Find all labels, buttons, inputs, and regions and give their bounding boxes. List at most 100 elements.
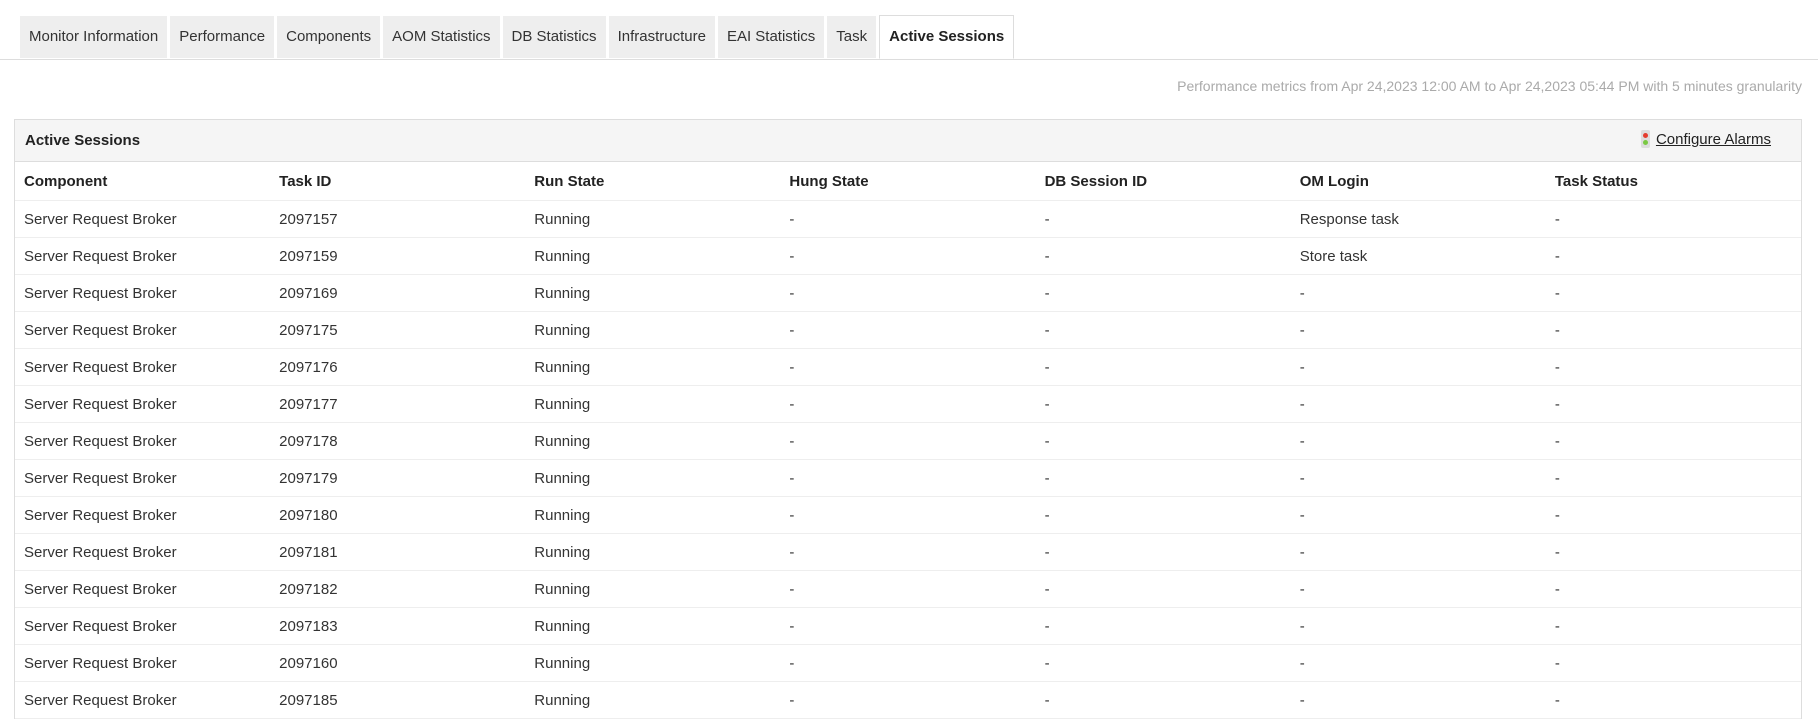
cell-om-login: - [1290, 496, 1546, 534]
cell-task-status: - [1545, 533, 1801, 571]
cell-om-login: - [1290, 311, 1546, 349]
cell-hung-state: - [780, 607, 1036, 645]
cell-task-id: 2097159 [270, 237, 526, 275]
active-sessions-table: Component Task ID Run State Hung State DB Se… [15, 162, 1801, 719]
cell-run-state: Running [525, 644, 781, 682]
table-row: Server Request Broker 2097169 Running - - - - [15, 274, 1801, 312]
cell-task-id: 2097160 [270, 644, 526, 682]
cell-run-state: Running [525, 348, 781, 386]
cell-task-status: - [1545, 607, 1801, 645]
tab-monitor-information[interactable]: Monitor Information [20, 16, 168, 58]
table-body: Server Request Broker 2097157 Running - - Res… [15, 200, 1801, 719]
tab-aom-statistics[interactable]: AOM Statistics [383, 16, 500, 58]
cell-hung-state: - [780, 385, 1036, 423]
cell-task-id: 2097182 [270, 570, 526, 608]
cell-run-state: Running [525, 422, 781, 460]
cell-run-state: Running [525, 459, 781, 497]
cell-task-id: 2097179 [270, 459, 526, 497]
cell-task-status: - [1545, 237, 1801, 275]
cell-om-login: - [1290, 274, 1546, 312]
column-header-task-status[interactable]: Task Status [1545, 162, 1801, 201]
cell-om-login: - [1290, 459, 1546, 497]
cell-db-session-id: - [1035, 311, 1291, 349]
cell-component: Server Request Broker [15, 237, 271, 275]
cell-task-status: - [1545, 311, 1801, 349]
cell-om-login: - [1290, 681, 1546, 719]
cell-om-login: - [1290, 348, 1546, 386]
cell-om-login: - [1290, 533, 1546, 571]
cell-run-state: Running [525, 496, 781, 534]
cell-task-status: - [1545, 274, 1801, 312]
cell-om-login: - [1290, 422, 1546, 460]
cell-hung-state: - [780, 496, 1036, 534]
cell-run-state: Running [525, 200, 781, 238]
cell-db-session-id: - [1035, 274, 1291, 312]
cell-db-session-id: - [1035, 607, 1291, 645]
table-row: Server Request Broker 2097182 Running - - - - [15, 570, 1801, 608]
cell-task-id: 2097183 [270, 607, 526, 645]
cell-component: Server Request Broker [15, 385, 271, 423]
cell-run-state: Running [525, 607, 781, 645]
cell-hung-state: - [780, 200, 1036, 238]
cell-run-state: Running [525, 533, 781, 571]
cell-db-session-id: - [1035, 237, 1291, 275]
configure-alarms-label: Configure Alarms [1655, 130, 1771, 148]
table-row: Server Request Broker 2097159 Running - - Sto… [15, 237, 1801, 275]
cell-component: Server Request Broker [15, 348, 271, 386]
cell-task-status: - [1545, 200, 1801, 238]
tabs: Monitor Information Performance Components… [20, 15, 1015, 59]
tab-active-sessions[interactable]: Active Sessions [879, 15, 1015, 59]
column-header-component[interactable]: Component [15, 162, 271, 201]
tab-infrastructure[interactable]: Infrastructure [608, 16, 715, 58]
column-header-task-id[interactable]: Task ID [270, 162, 526, 201]
cell-om-login: - [1290, 385, 1546, 423]
cell-run-state: Running [525, 311, 781, 349]
cell-task-status: - [1545, 385, 1801, 423]
configure-alarms-link[interactable]: Configure Alarms [1640, 130, 1771, 148]
cell-component: Server Request Broker [15, 459, 271, 497]
cell-db-session-id: - [1035, 570, 1291, 608]
cell-run-state: Running [525, 681, 781, 719]
active-sessions-panel: Active Sessions Configure Alarms Compone… [14, 119, 1802, 719]
cell-hung-state: - [780, 644, 1036, 682]
cell-task-status: - [1545, 570, 1801, 608]
column-header-run-state[interactable]: Run State [525, 162, 781, 201]
cell-component: Server Request Broker [15, 496, 271, 534]
cell-hung-state: - [780, 274, 1036, 312]
cell-db-session-id: - [1035, 348, 1291, 386]
cell-om-login: - [1290, 644, 1546, 682]
cell-component: Server Request Broker [15, 644, 271, 682]
tab-eai-statistics[interactable]: EAI Statistics [717, 16, 825, 58]
tab-task[interactable]: Task [827, 16, 877, 58]
cell-task-status: - [1545, 496, 1801, 534]
tab-bar: Monitor Information Performance Components… [0, 0, 1818, 60]
cell-component: Server Request Broker [15, 607, 271, 645]
cell-task-id: 2097178 [270, 422, 526, 460]
tab-components[interactable]: Components [277, 16, 381, 58]
cell-hung-state: - [780, 311, 1036, 349]
cell-run-state: Running [525, 274, 781, 312]
cell-task-id: 2097175 [270, 311, 526, 349]
cell-db-session-id: - [1035, 681, 1291, 719]
cell-component: Server Request Broker [15, 422, 271, 460]
cell-hung-state: - [780, 681, 1036, 719]
column-header-db-session-id[interactable]: DB Session ID [1035, 162, 1291, 201]
tab-db-statistics[interactable]: DB Statistics [502, 16, 606, 58]
table-row: Server Request Broker 2097176 Running - - - - [15, 348, 1801, 386]
traffic-light-icon [1640, 130, 1650, 148]
cell-db-session-id: - [1035, 644, 1291, 682]
column-header-hung-state[interactable]: Hung State [780, 162, 1036, 201]
cell-db-session-id: - [1035, 533, 1291, 571]
cell-task-status: - [1545, 348, 1801, 386]
cell-om-login: - [1290, 607, 1546, 645]
cell-task-id: 2097177 [270, 385, 526, 423]
cell-task-id: 2097176 [270, 348, 526, 386]
table-row: Server Request Broker 2097160 Running - - - - [15, 644, 1801, 682]
tab-performance[interactable]: Performance [170, 16, 275, 58]
table-row: Server Request Broker 2097157 Running - - Res… [15, 200, 1801, 238]
cell-component: Server Request Broker [15, 681, 271, 719]
cell-hung-state: - [780, 459, 1036, 497]
column-header-om-login[interactable]: OM Login [1290, 162, 1546, 201]
table-row: Server Request Broker 2097181 Running - - - - [15, 533, 1801, 571]
cell-om-login: Store task [1290, 237, 1546, 275]
